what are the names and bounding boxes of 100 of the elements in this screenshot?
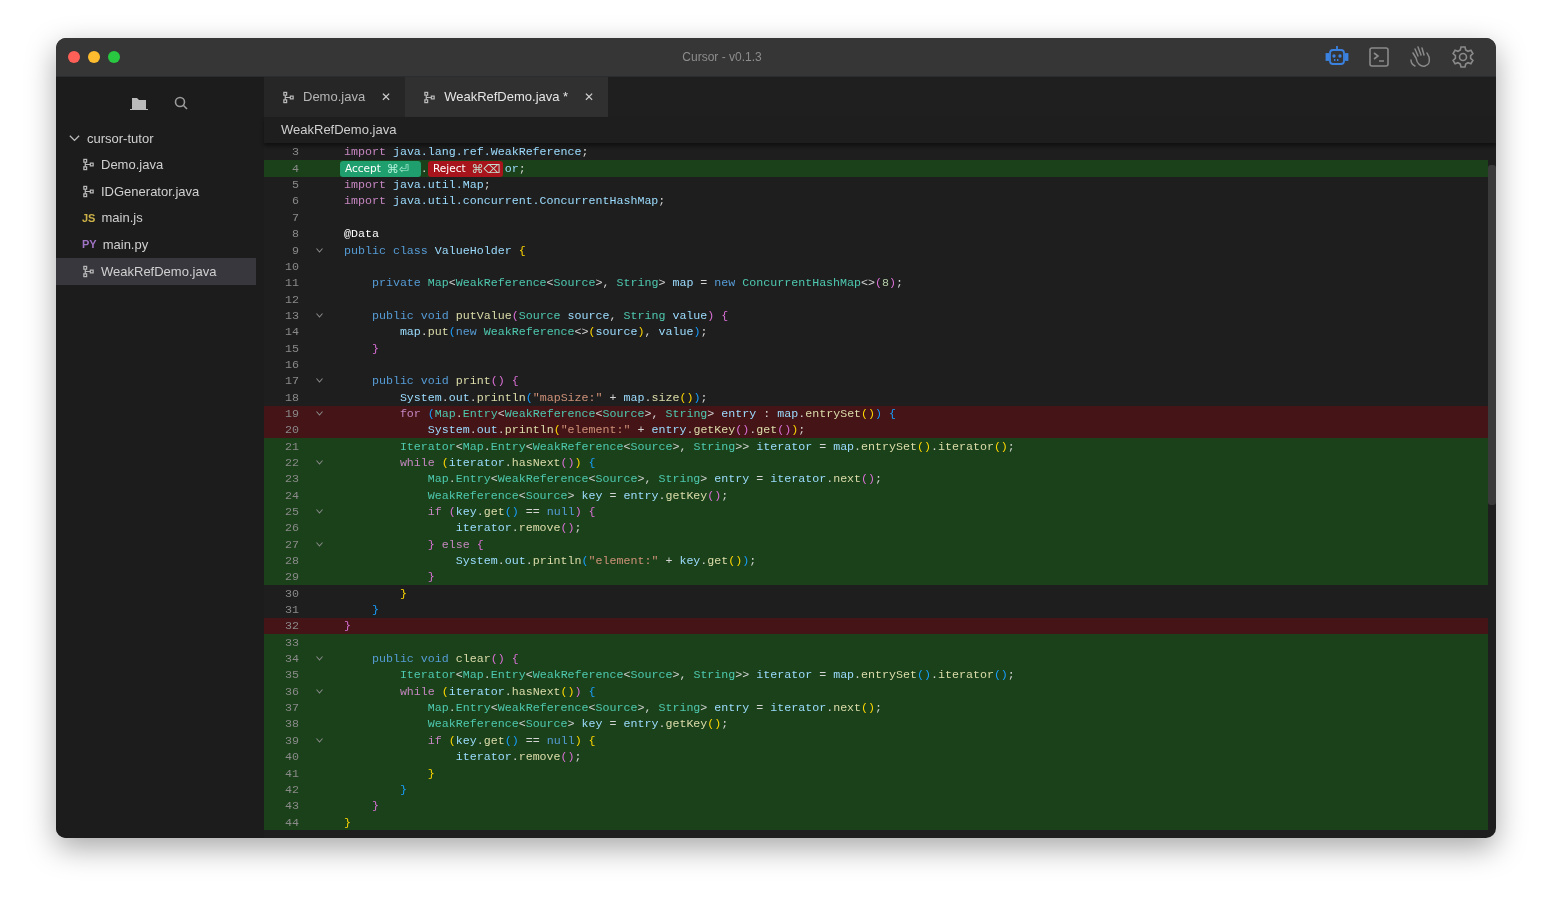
line-number: 44 xyxy=(284,814,299,831)
line-number: 24 xyxy=(284,487,299,504)
code-line: import java.util.concurrent.ConcurrentHashMap; xyxy=(344,193,666,210)
line-number: 30 xyxy=(284,585,299,602)
code-line: } xyxy=(426,765,435,782)
file-type-label: PY xyxy=(82,237,97,253)
fold-chevron-icon[interactable] xyxy=(316,689,323,694)
fold-chevron-icon[interactable] xyxy=(316,656,323,662)
line-number: 26 xyxy=(284,520,299,537)
terminal-icon[interactable] xyxy=(1366,44,1392,70)
line-number: 20 xyxy=(284,422,299,439)
line-number: 23 xyxy=(284,471,299,488)
code-line: System.out.println("element:" + key.get()); xyxy=(454,553,757,570)
folder-name[interactable]: cursor-tutor xyxy=(87,128,154,149)
line-number: 43 xyxy=(284,798,299,815)
line-number: 31 xyxy=(284,602,299,619)
close-button[interactable] xyxy=(68,51,80,63)
line-number: 29 xyxy=(284,569,299,586)
file-icon xyxy=(82,158,95,172)
line-number: 12 xyxy=(284,291,299,308)
code-line: WeakReference<Source> key = entry.getKey(); xyxy=(426,716,729,733)
scrollbar[interactable] xyxy=(1488,165,1496,505)
code-line: } else { xyxy=(426,536,484,553)
line-number: 34 xyxy=(284,651,299,668)
code-line: System.out.println("element:" + entry.getKey().get()); xyxy=(426,422,806,439)
code-line: } xyxy=(426,569,435,586)
file-icon xyxy=(82,264,95,278)
code-line: } xyxy=(398,585,407,602)
tab-label: WeakRefDemo.java * xyxy=(444,88,569,107)
editor-tab[interactable]: WeakRefDemo.java * ✕ xyxy=(405,77,609,117)
code-line: iterator.remove(); xyxy=(454,749,582,766)
file-item[interactable]: PY main.py xyxy=(56,231,256,258)
code-line: Map.Entry<WeakReference<Source>, String> entry = iterator.next(); xyxy=(426,471,883,488)
fold-chevron-icon[interactable] xyxy=(316,313,323,319)
line-number: 3 xyxy=(291,144,299,161)
code-line: @Data xyxy=(344,226,379,243)
code-line: } xyxy=(370,340,379,357)
file-item[interactable]: WeakRefDemo.java xyxy=(56,257,256,285)
fold-chevron-icon[interactable] xyxy=(316,738,323,744)
code-line: import java.lang.ref.WeakReference; xyxy=(344,144,589,161)
line-number: 8 xyxy=(291,226,299,243)
editor-tab[interactable]: Demo.java ✕ xyxy=(264,77,406,117)
zoom-button[interactable] xyxy=(108,51,120,63)
close-tab-button[interactable]: ✕ xyxy=(381,88,392,106)
line-number: 6 xyxy=(291,193,299,210)
line-number: 7 xyxy=(291,209,299,226)
code-line: while (iterator.hasNext()) { xyxy=(398,683,596,700)
fold-chevron-icon[interactable] xyxy=(316,541,323,547)
code-line: private Map<WeakReference<Source>, String> map = new ConcurrentHashMap<>(8); xyxy=(370,275,904,292)
line-number: 39 xyxy=(284,732,299,749)
line-number: 37 xyxy=(284,700,299,717)
line-number: 11 xyxy=(284,275,299,292)
line-number: 16 xyxy=(284,356,299,373)
line-number: 41 xyxy=(284,765,299,782)
line-number: 28 xyxy=(284,553,299,570)
code-line: or; xyxy=(504,160,526,177)
fold-chevron-icon[interactable] xyxy=(316,460,323,466)
file-item[interactable]: IDGenerator.java xyxy=(56,178,256,205)
line-number: 9 xyxy=(291,242,299,259)
code-line: while (iterator.hasNext()) { xyxy=(398,454,596,471)
close-tab-button[interactable]: ✕ xyxy=(584,88,595,106)
fold-chevron-icon[interactable] xyxy=(316,509,323,515)
line-number: 35 xyxy=(284,667,299,684)
code-line: Map.Entry<WeakReference<Source>, String> entry = iterator.next(); xyxy=(426,700,883,717)
settings-icon[interactable] xyxy=(1450,44,1476,70)
code-line: for (Map.Entry<WeakReference<Source>, String> entry : map.entrySet()) { xyxy=(398,405,897,422)
file-icon xyxy=(423,90,437,104)
code-line: if (key.get() == null) { xyxy=(426,504,596,520)
minimize-button[interactable] xyxy=(88,51,100,63)
line-number: 5 xyxy=(291,177,299,194)
code-line: import java.util.Map; xyxy=(344,177,491,194)
line-number: 32 xyxy=(284,618,299,635)
file-item[interactable]: Demo.java xyxy=(56,151,256,179)
file-icon xyxy=(282,90,295,104)
line-number: 21 xyxy=(284,438,299,455)
line-number: 4 xyxy=(291,160,299,177)
line-number: 15 xyxy=(284,340,299,357)
code-line: if (key.get() == null) { xyxy=(426,732,596,749)
code-line: } xyxy=(370,602,379,619)
file-icon xyxy=(82,185,95,198)
code-line: public class ValueHolder { xyxy=(344,242,526,259)
line-number: 18 xyxy=(284,389,299,406)
line-number: 13 xyxy=(284,307,299,324)
code-line: iterator.remove(); xyxy=(454,520,582,537)
fold-chevron-icon[interactable] xyxy=(316,411,323,417)
code-line: Iterator<Map.Entry<WeakReference<Source>, String>> iterator = map.entrySet().iterator(); xyxy=(398,438,1015,455)
fold-chevron-icon[interactable] xyxy=(316,247,323,253)
code-line: System.out.println("mapSize:" + map.size()); xyxy=(398,389,708,406)
tab-label: Demo.java xyxy=(303,88,366,107)
line-number: 40 xyxy=(284,749,299,766)
code-line: } xyxy=(344,814,351,831)
fold-chevron-icon[interactable] xyxy=(316,378,323,384)
file-item[interactable]: JS main.js xyxy=(56,204,256,232)
line-number: 10 xyxy=(284,258,299,275)
code-line: } xyxy=(370,798,379,815)
line-number: 38 xyxy=(284,716,299,733)
breadcrumb[interactable]: WeakRefDemo.java xyxy=(281,120,397,140)
line-number: 22 xyxy=(284,454,299,471)
code-line: Iterator<Map.Entry<WeakReference<Source>, String>> iterator = map.entrySet().iterator(); xyxy=(398,667,1015,684)
window-title: Cursor - v0.1.3 xyxy=(682,50,762,64)
